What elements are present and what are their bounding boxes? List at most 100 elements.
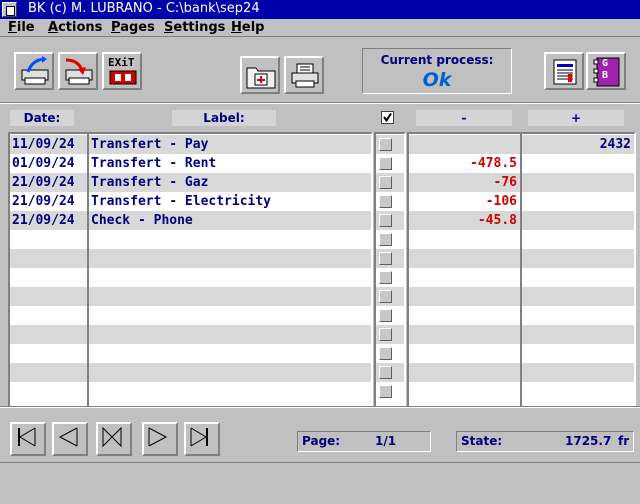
label-cell[interactable]: Transfert - Pay — [89, 135, 371, 154]
label-cell[interactable] — [89, 344, 371, 363]
debit-cell[interactable]: -76 — [409, 173, 520, 192]
debit-cell[interactable] — [409, 344, 520, 363]
credit-cell[interactable] — [522, 363, 634, 382]
report-button[interactable] — [544, 52, 584, 90]
label-cell[interactable] — [89, 268, 371, 287]
label-cell[interactable]: Check - Phone — [89, 211, 371, 230]
row-checkbox[interactable] — [379, 328, 392, 341]
check-row — [376, 382, 404, 401]
select-all-checkbox[interactable] — [381, 111, 394, 124]
row-checkbox[interactable] — [379, 157, 392, 170]
debit-cell[interactable] — [409, 230, 520, 249]
date-cell[interactable] — [10, 382, 87, 401]
check-row — [376, 173, 404, 192]
add-entry-button[interactable] — [240, 56, 280, 94]
date-cell[interactable]: 21/09/24 — [10, 173, 87, 192]
debit-cell[interactable] — [409, 135, 520, 154]
previous-page-button[interactable] — [52, 422, 88, 456]
last-page-icon — [190, 427, 208, 447]
middle-page-button[interactable] — [96, 422, 132, 456]
date-cell[interactable] — [10, 249, 87, 268]
row-checkbox[interactable] — [379, 385, 392, 398]
date-cell[interactable] — [10, 306, 87, 325]
credit-cell[interactable]: 2432 — [522, 135, 634, 154]
print-button[interactable] — [284, 56, 324, 94]
menu-file[interactable]: File — [8, 19, 35, 37]
printer-icon — [291, 63, 319, 88]
credit-cell[interactable] — [522, 211, 634, 230]
check-row — [376, 363, 404, 382]
row-checkbox[interactable] — [379, 290, 392, 303]
row-checkbox[interactable] — [379, 138, 392, 151]
next-page-button[interactable] — [142, 422, 178, 456]
credit-cell[interactable] — [522, 249, 634, 268]
debit-cell[interactable] — [409, 306, 520, 325]
menu-actions[interactable]: Actions — [48, 19, 102, 37]
label-cell[interactable]: Transfert - Rent — [89, 154, 371, 173]
row-checkbox[interactable] — [379, 176, 392, 189]
label-cell[interactable]: Transfert - Electricity — [89, 192, 371, 211]
system-menu-icon[interactable] — [2, 2, 17, 17]
row-checkbox[interactable] — [379, 309, 392, 322]
first-page-button[interactable] — [10, 422, 46, 456]
label-cell[interactable] — [89, 230, 371, 249]
header-label: Label: — [172, 110, 276, 126]
debit-cell[interactable]: -45.8 — [409, 211, 520, 230]
credit-cell[interactable] — [522, 154, 634, 173]
exit-button[interactable]: EXiT — [102, 52, 142, 90]
label-cell[interactable] — [89, 382, 371, 401]
label-cell[interactable] — [89, 287, 371, 306]
debit-cell[interactable] — [409, 287, 520, 306]
date-cell[interactable] — [10, 344, 87, 363]
export-button[interactable] — [58, 52, 98, 90]
debit-cell[interactable] — [409, 325, 520, 344]
credit-cell[interactable] — [522, 287, 634, 306]
menu-pages[interactable]: Pages — [111, 19, 155, 37]
row-checkbox[interactable] — [379, 195, 392, 208]
debit-cell[interactable] — [409, 249, 520, 268]
debit-cell[interactable] — [409, 382, 520, 401]
row-checkbox[interactable] — [379, 271, 392, 284]
state-unit: fr — [618, 434, 630, 448]
date-cell[interactable]: 21/09/24 — [10, 211, 87, 230]
label-cell[interactable] — [89, 306, 371, 325]
label-cell[interactable] — [89, 249, 371, 268]
row-checkbox[interactable] — [379, 366, 392, 379]
date-cell[interactable] — [10, 230, 87, 249]
credit-cell[interactable] — [522, 306, 634, 325]
date-cell[interactable] — [10, 363, 87, 382]
label-cell[interactable]: Transfert - Gaz — [89, 173, 371, 192]
credit-cell[interactable] — [522, 268, 634, 287]
date-cell[interactable] — [10, 268, 87, 287]
debit-cell[interactable] — [409, 363, 520, 382]
credit-cell[interactable] — [522, 344, 634, 363]
label-cell[interactable] — [89, 325, 371, 344]
debit-cell[interactable] — [409, 268, 520, 287]
import-button[interactable] — [14, 52, 54, 90]
credit-cell[interactable] — [522, 173, 634, 192]
row-checkbox[interactable] — [379, 233, 392, 246]
credit-cell[interactable] — [522, 230, 634, 249]
credit-cell[interactable] — [522, 382, 634, 401]
check-row — [376, 306, 404, 325]
row-checkbox[interactable] — [379, 214, 392, 227]
date-cell[interactable]: 21/09/24 — [10, 192, 87, 211]
header-credit: + — [528, 110, 624, 126]
last-page-button[interactable] — [184, 422, 220, 456]
debit-cell[interactable]: -106 — [409, 192, 520, 211]
row-checkbox[interactable] — [379, 252, 392, 265]
date-cell[interactable] — [10, 287, 87, 306]
export-printer-icon — [65, 58, 93, 85]
credit-cell[interactable] — [522, 325, 634, 344]
date-cell[interactable]: 11/09/24 — [10, 135, 87, 154]
menu-help[interactable]: Help — [231, 19, 264, 37]
credit-cell[interactable] — [522, 192, 634, 211]
date-cell[interactable]: 01/09/24 — [10, 154, 87, 173]
check-row — [376, 325, 404, 344]
date-cell[interactable] — [10, 325, 87, 344]
row-checkbox[interactable] — [379, 347, 392, 360]
address-book-button[interactable]: G B — [586, 52, 626, 90]
menu-settings[interactable]: Settings — [164, 19, 225, 37]
label-cell[interactable] — [89, 363, 371, 382]
debit-cell[interactable]: -478.5 — [409, 154, 520, 173]
